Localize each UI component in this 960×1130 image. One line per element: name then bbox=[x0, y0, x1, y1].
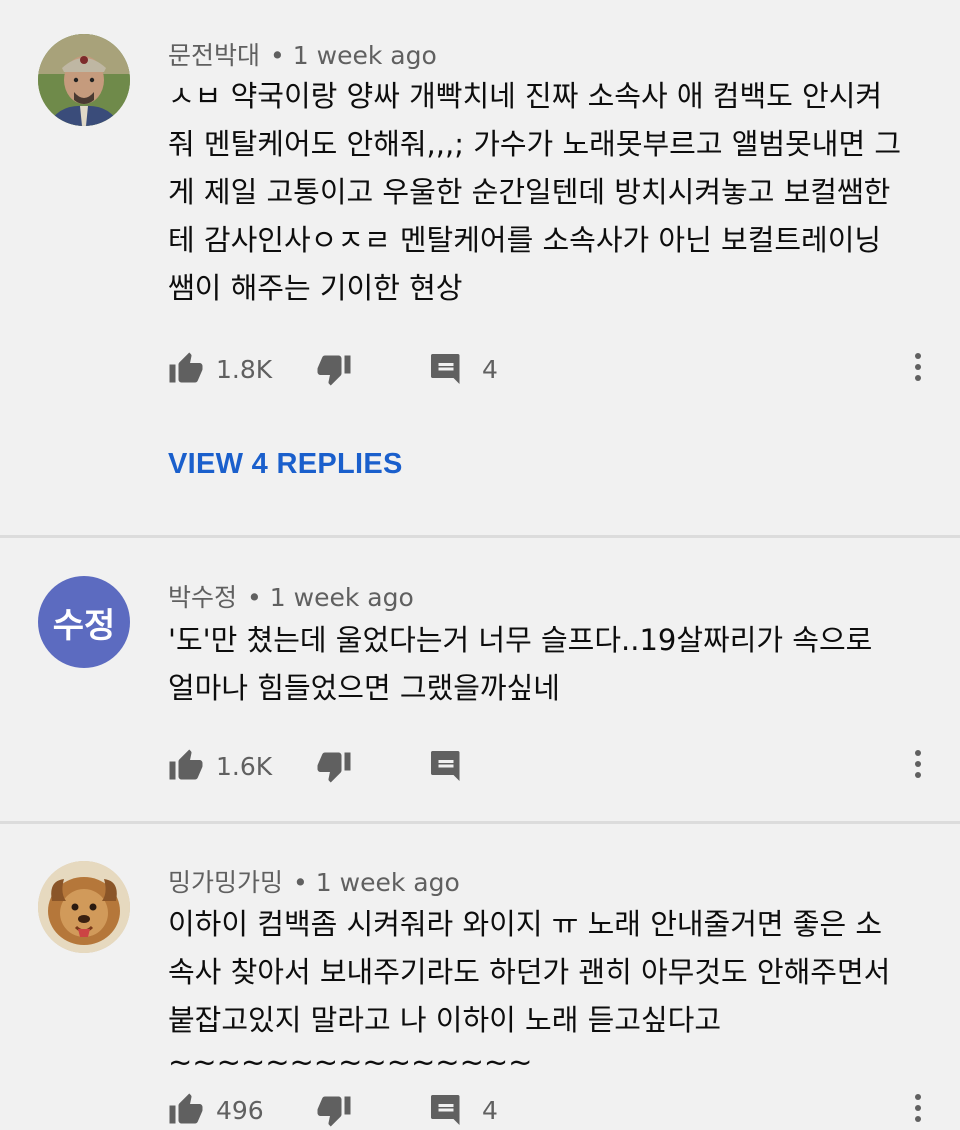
thumbs-up-icon bbox=[169, 749, 203, 780]
like-count: 1.8K bbox=[216, 354, 273, 384]
comment-line: 줘 멘탈케어도 안해줘,,,; 가수가 노래못부르고 앨범못내면 그 bbox=[168, 127, 902, 161]
like-button[interactable]: 1.6K bbox=[168, 746, 272, 786]
avatar[interactable]: 수정 bbox=[38, 576, 130, 668]
dislike-button[interactable] bbox=[316, 349, 352, 389]
dot bbox=[915, 353, 921, 359]
dot bbox=[915, 772, 921, 778]
dot bbox=[915, 1094, 921, 1100]
comment-line: 쌤이 해주는 기이한 현상 bbox=[168, 271, 463, 305]
comment-icon bbox=[431, 1095, 460, 1125]
comment-time: 1 week ago bbox=[269, 583, 414, 612]
more-options-button[interactable] bbox=[908, 746, 928, 786]
dislike-button[interactable] bbox=[316, 746, 352, 786]
comment-1: 문전박대 • 1 week ago ㅅㅂ 약국이랑 양싸 개빡치네 진짜 소속사 애… bbox=[0, 0, 960, 538]
comment-line: 게 제일 고통이고 우울한 순간일텐데 방치시켜놓고 보컬쌤한 bbox=[168, 175, 891, 209]
comment-meta: 문전박대 • 1 week ago bbox=[168, 36, 437, 72]
thumbs-down-icon bbox=[317, 752, 351, 783]
comment-time: 1 week ago bbox=[315, 868, 460, 897]
comment-3: 밍가밍가밍 • 1 week ago 이하이 컴백좀 시켜줘라 와이지 ㅠ 노래 안… bbox=[0, 824, 960, 1127]
thumbs-down-icon bbox=[317, 1096, 351, 1127]
avatar[interactable] bbox=[38, 34, 130, 126]
dot bbox=[915, 761, 921, 767]
dot bbox=[915, 1116, 921, 1122]
author-name[interactable]: 문전박대 bbox=[168, 41, 260, 70]
author-name[interactable]: 박수정 bbox=[168, 583, 237, 612]
author-name[interactable]: 밍가밍가밍 bbox=[168, 868, 283, 897]
comment-line: ~~~~~~~~~~~~~~~ bbox=[168, 1045, 533, 1079]
comment-line: 테 감사인사ㅇㅈㄹ 멘탈케어를 소속사가 아닌 보컬트레이닝 bbox=[168, 223, 882, 257]
comment-line: '도'만 쳤는데 울었다는거 너무 슬프다..19살짜리가 속으로 bbox=[168, 623, 873, 657]
view-replies-button[interactable]: VIEW 4 REPLIES bbox=[168, 448, 403, 481]
comment-line: 얼마나 힘들었으면 그랬을까싶네 bbox=[168, 671, 560, 705]
dot bbox=[915, 364, 921, 370]
thumbs-up-icon bbox=[169, 352, 203, 383]
comment-body: '도'만 쳤는데 울었다는거 너무 슬프다..19살짜리가 속으로 얼마나 힘들… bbox=[168, 616, 928, 712]
comment-line: 이하이 컴백좀 시켜줘라 와이지 ㅠ 노래 안내줄거면 좋은 소 bbox=[168, 907, 883, 941]
reply-count: 4 bbox=[482, 354, 498, 384]
comment-body: ㅅㅂ 약국이랑 양싸 개빡치네 진짜 소속사 애 컴백도 안시켜 줘 멘탈케어도… bbox=[168, 72, 928, 312]
comment-meta: 밍가밍가밍 • 1 week ago bbox=[168, 863, 460, 899]
comment-line: ㅅㅂ 약국이랑 양싸 개빡치네 진짜 소속사 애 컴백도 안시켜 bbox=[168, 79, 883, 113]
like-count: 496 bbox=[216, 1095, 264, 1125]
more-options-button[interactable] bbox=[908, 349, 928, 389]
thumbs-down-icon bbox=[317, 355, 351, 386]
reply-button[interactable] bbox=[428, 746, 464, 786]
reply-button[interactable]: 4 bbox=[428, 1090, 498, 1130]
comment-meta: 박수정 • 1 week ago bbox=[168, 578, 414, 614]
meta-separator: • bbox=[293, 868, 308, 897]
comment-2: 수정 박수정 • 1 week ago '도'만 쳤는데 울었다는거 너무 슬프다.… bbox=[0, 538, 960, 822]
comment-actions: 1.8K 4 bbox=[168, 349, 928, 389]
like-count: 1.6K bbox=[216, 751, 273, 781]
dot bbox=[915, 750, 921, 756]
dislike-button[interactable] bbox=[316, 1090, 352, 1130]
comment-actions: 1.6K bbox=[168, 746, 928, 786]
dot bbox=[915, 1105, 921, 1111]
comment-line: 붙잡고있지 말라고 나 이하이 노래 듣고싶다고 bbox=[168, 1003, 722, 1037]
comment-icon bbox=[431, 354, 460, 384]
avatar-image bbox=[38, 861, 130, 953]
more-options-button[interactable] bbox=[908, 1090, 928, 1130]
comment-body: 이하이 컴백좀 시켜줘라 와이지 ㅠ 노래 안내줄거면 좋은 소 속사 찾아서 … bbox=[168, 900, 928, 1080]
like-button[interactable]: 1.8K bbox=[168, 349, 272, 389]
comment-icon bbox=[431, 751, 460, 781]
meta-separator: • bbox=[270, 41, 285, 70]
avatar[interactable] bbox=[38, 861, 130, 953]
avatar-image bbox=[38, 34, 130, 126]
reply-count: 4 bbox=[482, 1095, 498, 1125]
comment-time: 1 week ago bbox=[292, 41, 437, 70]
reply-button[interactable]: 4 bbox=[428, 349, 498, 389]
comment-line: 속사 찾아서 보내주기라도 하던가 괜히 아무것도 안해주면서 bbox=[168, 955, 891, 989]
like-button[interactable]: 496 bbox=[168, 1090, 264, 1130]
thumbs-up-icon bbox=[169, 1093, 203, 1124]
comment-actions: 496 4 bbox=[168, 1090, 928, 1130]
dot bbox=[915, 375, 921, 381]
meta-separator: • bbox=[247, 583, 262, 612]
